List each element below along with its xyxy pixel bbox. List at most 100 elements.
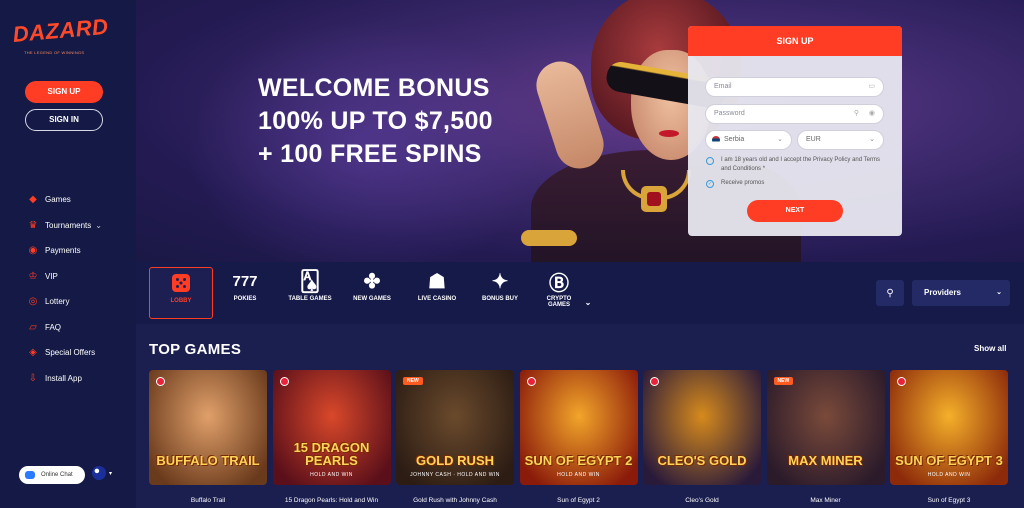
game-card[interactable]: BUFFALO TRAIL Buffalo Trail bbox=[149, 370, 267, 508]
game-name[interactable]: Gold Rush with Johnny Cash bbox=[396, 497, 514, 504]
game-name[interactable]: Max Miner bbox=[767, 497, 885, 504]
game-card[interactable]: SUN OF EGYPT 3 HOLD AND WIN Sun of Egypt 3 bbox=[890, 370, 1008, 508]
chevron-down-icon: ▾ bbox=[109, 470, 113, 477]
sidebar-item-games[interactable]: ◆ Games bbox=[27, 187, 102, 213]
logo-wordmark: DAZARD bbox=[11, 13, 110, 48]
game-thumbnail[interactable]: SUN OF EGYPT 2 HOLD AND WIN bbox=[519, 370, 638, 485]
trophy-icon: ♛ bbox=[28, 219, 38, 231]
777-icon: 777 bbox=[232, 272, 258, 290]
sidebar-item-faq[interactable]: ▱ FAQ bbox=[27, 315, 102, 341]
game-name[interactable]: Cleo's Gold bbox=[643, 497, 761, 504]
sidebar-signin-button[interactable]: SIGN IN bbox=[25, 109, 103, 131]
game-title-art: SUN OF EGYPT 2 bbox=[524, 453, 633, 468]
key-icon: ⚲ bbox=[853, 110, 859, 117]
currency-value: EUR bbox=[806, 136, 821, 143]
game-name[interactable]: 15 Dragon Pearls: Hold and Win bbox=[273, 497, 391, 504]
promos-text: Receive promos bbox=[721, 180, 765, 186]
category-lobby[interactable]: LOBBY bbox=[149, 267, 213, 319]
game-card[interactable]: CLEO'S GOLD Cleo's Gold bbox=[643, 370, 761, 508]
serbia-flag-icon bbox=[712, 136, 720, 144]
bitcoin-icon: Ⓑ bbox=[549, 272, 569, 295]
game-card[interactable]: NEW GOLD RUSH JOHNNY CASH · HOLD AND WIN Go… bbox=[396, 370, 514, 508]
category-label: BONUS BUY bbox=[481, 296, 518, 302]
game-thumbnail[interactable]: SUN OF EGYPT 3 HOLD AND WIN bbox=[890, 370, 1008, 485]
online-chat-button[interactable]: Online Chat bbox=[19, 466, 85, 484]
category-live-casino[interactable]: ☗ LIVE CASINO bbox=[407, 266, 467, 322]
promos-checkbox[interactable]: ✓ bbox=[706, 180, 714, 188]
terms-checkbox[interactable] bbox=[706, 157, 714, 165]
sidebar-item-label: Install App bbox=[45, 373, 82, 383]
sidebar-item-special-offers[interactable]: ◈ Special Offers bbox=[27, 340, 102, 366]
sidebar-item-payments[interactable]: ◉ Payments bbox=[27, 238, 102, 264]
provider-badge-icon bbox=[897, 377, 906, 386]
sidebar-item-label: Special Offers bbox=[45, 348, 96, 358]
game-card[interactable]: 15 DRAGON PEARLS HOLD AND WIN 15 Dragon Pe… bbox=[272, 370, 391, 508]
sidebar-signup-button[interactable]: SIGN UP bbox=[25, 81, 103, 103]
game-title-art: MAX MINER bbox=[788, 453, 863, 468]
currency-select[interactable]: EUR ⌄ bbox=[797, 130, 884, 150]
cards-icon: 🂡 bbox=[299, 270, 321, 293]
sidebar-item-label: Games bbox=[45, 195, 71, 205]
hero-line-1: WELCOME BONUS bbox=[258, 74, 490, 102]
category-table-games[interactable]: 🂡 TABLE GAMES bbox=[281, 266, 339, 322]
sidebar-item-label: FAQ bbox=[45, 322, 62, 332]
hero-line-2: 100% UP TO $7,500 bbox=[258, 107, 493, 135]
search-button[interactable]: ⚲ bbox=[876, 280, 904, 306]
game-card[interactable]: NEW MAX MINER Max Miner bbox=[766, 370, 885, 508]
show-all-link[interactable]: Show all bbox=[974, 344, 1006, 353]
sidebar-item-install-app[interactable]: ⇩ Install App bbox=[27, 366, 102, 392]
logo-tagline: THE LEGEND OF WINNINGS bbox=[24, 50, 85, 55]
email-field[interactable]: Email ▭ bbox=[705, 77, 884, 97]
australia-flag-icon bbox=[92, 466, 106, 480]
terms-checkbox-row: I am 18 years old and I accept the Priva… bbox=[706, 156, 886, 174]
game-name[interactable]: Sun of Egypt 2 bbox=[520, 497, 638, 504]
new-badge: NEW bbox=[403, 377, 423, 385]
chevron-down-icon[interactable]: ⌄ bbox=[95, 221, 102, 230]
top-games-title: TOP GAMES bbox=[149, 341, 242, 358]
game-thumbnail[interactable]: NEW GOLD RUSH JOHNNY CASH · HOLD AND WIN bbox=[396, 370, 514, 485]
clover-icon: ✤ bbox=[363, 270, 381, 293]
language-selector[interactable]: ▾ bbox=[92, 466, 112, 480]
category-pokies[interactable]: 777 POKIES bbox=[219, 266, 271, 322]
provider-badge-icon bbox=[650, 377, 659, 386]
search-icon: ⚲ bbox=[886, 287, 894, 299]
game-thumbnail[interactable]: CLEO'S GOLD bbox=[643, 370, 761, 485]
category-crypto-games[interactable]: Ⓑ CRYPTO GAMES bbox=[538, 266, 580, 322]
category-bonus-buy[interactable]: ✦ BONUS BUY bbox=[472, 266, 528, 322]
dazard-logo[interactable]: DAZARD THE LEGEND OF WINNINGS bbox=[12, 14, 124, 62]
sidebar-item-label: Payments bbox=[45, 246, 81, 256]
chat-icon: ▱ bbox=[29, 321, 37, 333]
game-thumbnail[interactable]: 15 DRAGON PEARLS HOLD AND WIN bbox=[272, 370, 391, 485]
sidebar: DAZARD THE LEGEND OF WINNINGS SIGN UP SI… bbox=[0, 0, 136, 508]
password-field[interactable]: Password ⚲ ◉ bbox=[705, 104, 884, 124]
hero-line-3: + 100 FREE SPINS bbox=[258, 140, 482, 168]
next-button[interactable]: NEXT bbox=[747, 200, 843, 222]
providers-label: Providers bbox=[924, 288, 961, 297]
chevron-down-icon: ⌄ bbox=[777, 136, 783, 143]
dice-icon: ◆ bbox=[29, 194, 37, 206]
sidebar-item-lottery[interactable]: ◎ Lottery bbox=[27, 289, 102, 315]
sidebar-item-tournaments[interactable]: ♛ Tournaments ⌄ bbox=[27, 213, 102, 239]
country-select[interactable]: Serbia ⌄ bbox=[705, 130, 792, 150]
sidebar-item-vip[interactable]: ♔ VIP bbox=[27, 264, 102, 290]
crown-icon: ♔ bbox=[28, 270, 38, 282]
game-title-art: SUN OF EGYPT 3 bbox=[895, 453, 1003, 468]
game-name[interactable]: Buffalo Trail bbox=[149, 497, 267, 504]
sidebar-item-label: Lottery bbox=[45, 297, 70, 307]
game-title-art: CLEO'S GOLD bbox=[657, 453, 747, 468]
eye-icon[interactable]: ◉ bbox=[869, 105, 875, 123]
game-thumbnail[interactable]: BUFFALO TRAIL bbox=[149, 370, 267, 485]
sidebar-nav: ◆ Games ♛ Tournaments ⌄ ◉ Payments ♔ VIP… bbox=[27, 187, 102, 391]
category-new-games[interactable]: ✤ NEW GAMES bbox=[345, 266, 399, 322]
game-card[interactable]: SUN OF EGYPT 2 HOLD AND WIN Sun of Egypt 2 bbox=[519, 370, 638, 508]
signup-form: SIGN UP Email ▭ Password ⚲ ◉ Serbia ⌄ EU… bbox=[688, 26, 902, 236]
category-label: LIVE CASINO bbox=[417, 296, 457, 302]
game-thumbnail[interactable]: NEW MAX MINER bbox=[766, 370, 885, 485]
terms-text[interactable]: I am 18 years old and I accept the Priva… bbox=[721, 156, 886, 174]
coin-icon: ◉ bbox=[28, 245, 38, 257]
game-name[interactable]: Sun of Egypt 3 bbox=[890, 497, 1008, 504]
providers-dropdown[interactable]: Providers ⌄ bbox=[912, 280, 1010, 306]
category-label: TABLE GAMES bbox=[288, 296, 332, 302]
download-icon: ⇩ bbox=[28, 372, 38, 384]
category-label: LOBBY bbox=[170, 298, 192, 304]
